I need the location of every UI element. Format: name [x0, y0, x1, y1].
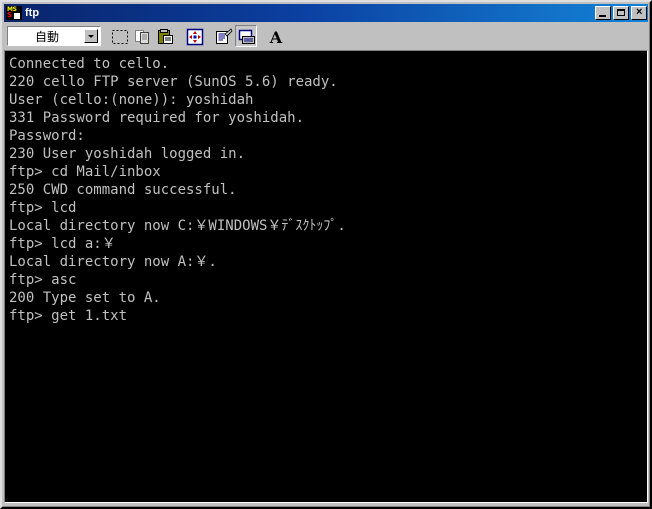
console-line: ftp> cd Mail/inbox: [9, 164, 161, 180]
window-title: ftp: [25, 7, 40, 19]
console-line: 230 User yoshidah logged in.: [9, 146, 246, 162]
titlebar[interactable]: MS S ftp: [4, 4, 648, 22]
console-line: Password:: [9, 128, 85, 144]
fullscreen-button[interactable]: [183, 25, 205, 47]
console-line: ftp> asc: [9, 272, 77, 288]
console-line: 220 cello FTP server (SunOS 5.6) ready.: [9, 74, 338, 90]
console-line: ftp> lcd: [9, 200, 77, 216]
console-line: Connected to cello.: [9, 56, 170, 72]
font-button[interactable]: A: [264, 25, 286, 47]
chevron-down-icon[interactable]: [84, 29, 98, 43]
mark-button[interactable]: [108, 25, 130, 47]
background-button[interactable]: [235, 25, 257, 47]
console-line: ftp> lcd a:￥: [9, 236, 116, 252]
console-text: Connected to cello. 220 cello FTP server …: [9, 55, 645, 325]
ms-dos-icon[interactable]: MS S: [6, 6, 22, 20]
console-line: 250 CWD command successful.: [9, 182, 237, 198]
console-line: 331 Password required for yoshidah.: [9, 110, 305, 126]
maximize-button[interactable]: [613, 6, 629, 20]
console-line: 200 Type set to A.: [9, 290, 161, 306]
toolbar: 自動 A: [4, 22, 648, 50]
close-button[interactable]: [631, 6, 647, 20]
svg-text:A: A: [269, 28, 283, 46]
ms-dos-icon-screen: [14, 13, 20, 19]
paste-button[interactable]: [154, 25, 176, 47]
console-output-area[interactable]: Connected to cello. 220 cello FTP server …: [4, 50, 648, 503]
minimize-button[interactable]: [595, 6, 611, 20]
console-line: Local directory now A:￥.: [9, 254, 217, 270]
console-line: User (cello:(none)): yoshidah: [9, 92, 254, 108]
ftp-console-window: MS S ftp 自動: [0, 0, 652, 509]
properties-button[interactable]: [212, 25, 234, 47]
ms-dos-icon-label-bottom: S: [7, 11, 13, 19]
copy-button[interactable]: [131, 25, 153, 47]
font-size-select[interactable]: 自動: [7, 26, 101, 46]
console-line: ftp> get 1.txt: [9, 308, 128, 324]
console-line: Local directory now C:￥WINDOWS￥ﾃﾞｽｸﾄｯﾌﾟ.: [9, 218, 346, 234]
